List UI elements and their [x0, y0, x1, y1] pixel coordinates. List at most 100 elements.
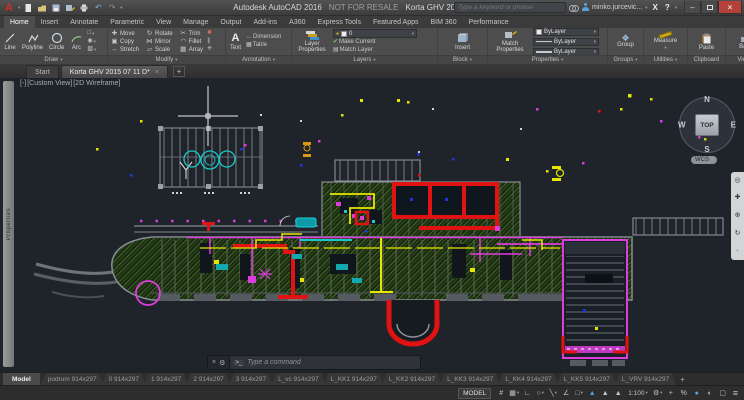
- tab-view[interactable]: View: [150, 16, 177, 28]
- tab-layout-lkk4[interactable]: L_KK4 914x297: [498, 373, 558, 385]
- help-search-input[interactable]: [454, 2, 567, 13]
- tab-annotate[interactable]: Annotate: [64, 16, 104, 28]
- tab-layout-1[interactable]: 1 914x297: [144, 373, 188, 385]
- tab-start[interactable]: Start: [26, 65, 59, 78]
- arc-button[interactable]: Arc: [69, 32, 83, 51]
- groups-panel-footer[interactable]: Groups ▾: [608, 55, 643, 64]
- block-panel-footer[interactable]: Block ▾: [438, 55, 487, 64]
- clipboard-panel-footer[interactable]: Clipboard: [688, 55, 725, 64]
- tab-layout-2[interactable]: 2 914x297: [186, 373, 230, 385]
- tab-layout-lvc[interactable]: L_vc 914x297: [271, 373, 325, 385]
- command-input[interactable]: Type a command: [247, 359, 301, 366]
- text-button[interactable]: A Text: [229, 32, 242, 51]
- tab-layout-lkk1[interactable]: L_KK1 914x297: [324, 373, 384, 385]
- view-panel-footer[interactable]: View▾: [726, 55, 744, 64]
- undo-button[interactable]: ↶: [92, 2, 104, 14]
- array-button[interactable]: ▦ Array: [180, 46, 203, 54]
- pan-icon[interactable]: ✚: [735, 194, 741, 202]
- chevron-down-icon[interactable]: ▾: [120, 5, 122, 11]
- base-button[interactable]: Base: [738, 33, 744, 50]
- fillet-button[interactable]: ◠ Fillet: [180, 38, 203, 46]
- annotation-scale-select[interactable]: 1:100 ▾: [625, 390, 651, 397]
- layers-panel-footer[interactable]: Layers ▾: [292, 55, 437, 64]
- save-button[interactable]: [50, 2, 62, 14]
- polyline-button[interactable]: Polyline: [21, 32, 44, 51]
- tab-layout-3[interactable]: 3 914x297: [229, 373, 273, 385]
- trim-button[interactable]: ✂ Trim: [180, 30, 203, 38]
- tab-bim360[interactable]: BIM 360: [425, 16, 463, 28]
- customization-menu-icon[interactable]: ≡: [730, 388, 741, 398]
- viewcube-west[interactable]: W: [678, 121, 686, 130]
- tab-home[interactable]: Home: [4, 16, 35, 28]
- tab-layout-lkk2[interactable]: L_KK2 914x297: [382, 373, 442, 385]
- restore-button[interactable]: [701, 1, 718, 14]
- tab-express-tools[interactable]: Express Tools: [312, 16, 367, 28]
- model-space-toggle[interactable]: MODEL: [458, 387, 492, 399]
- plot-button[interactable]: [78, 2, 90, 14]
- linetype-select[interactable]: ByLayer ▾: [533, 37, 599, 46]
- tab-active-document[interactable]: Korta GHV 2015 07 11 D* ×: [60, 65, 168, 78]
- object-color-select[interactable]: ByLayer ▾: [533, 28, 599, 36]
- explode-icon[interactable]: ✳: [207, 46, 212, 53]
- mirror-button[interactable]: ⋈ Mirror: [146, 38, 173, 46]
- orbit-icon[interactable]: ↻: [735, 230, 741, 238]
- rotate-button[interactable]: ↻ Rotate: [146, 30, 173, 38]
- signed-in-user[interactable]: minko.jurcevic...: [592, 4, 642, 11]
- workspace-switching-gear[interactable]: ⚙ ▾: [652, 388, 664, 399]
- snap-mode-toggle[interactable]: ▦ ▾: [508, 388, 520, 399]
- paste-button[interactable]: Paste: [698, 33, 715, 51]
- viewport-minimize-control[interactable]: [-]: [20, 80, 26, 87]
- clean-screen-toggle[interactable]: ▢: [717, 388, 729, 399]
- tab-addins[interactable]: Add-ins: [247, 16, 283, 28]
- tab-model[interactable]: Model: [3, 373, 40, 385]
- utilities-panel-footer[interactable]: Utilities ▾: [644, 55, 687, 64]
- navigation-wheel-icon[interactable]: ◎: [734, 177, 740, 185]
- object-snap-toggle[interactable]: □ ▾: [573, 388, 585, 399]
- tab-featured-apps[interactable]: Featured Apps: [367, 16, 425, 28]
- ortho-mode-toggle[interactable]: ∟: [521, 388, 533, 399]
- tab-layout-lkk3[interactable]: L_KK3 914x297: [440, 373, 500, 385]
- tab-output[interactable]: Output: [214, 16, 247, 28]
- object-snap-tracking-toggle[interactable]: ∠: [560, 388, 572, 399]
- zoom-icon[interactable]: ⊕: [735, 212, 741, 220]
- new-file-button[interactable]: [22, 2, 34, 14]
- hatch-tool-icon[interactable]: ▨ ▾: [87, 46, 96, 53]
- layer-select[interactable]: ● 0 ▾: [333, 29, 417, 38]
- erase-icon[interactable]: ✖: [207, 30, 212, 37]
- hardware-acceleration-toggle[interactable]: ●: [691, 388, 703, 399]
- tab-a360[interactable]: A360: [283, 16, 311, 28]
- viewport-visual-style-control[interactable]: [2D Wireframe]: [73, 80, 120, 87]
- search-binoculars-icon[interactable]: [569, 4, 580, 12]
- minimize-button[interactable]: –: [684, 1, 701, 14]
- dimension-button[interactable]: ↔ Dimension: [246, 34, 281, 41]
- stretch-button[interactable]: ↔ Stretch: [111, 46, 139, 54]
- help-button[interactable]: ?: [663, 3, 672, 12]
- isolate-objects-toggle[interactable]: ◐: [704, 388, 716, 399]
- table-button[interactable]: ▦ Table: [246, 42, 281, 49]
- tab-manage[interactable]: Manage: [177, 16, 214, 28]
- close-icon[interactable]: ×: [155, 69, 159, 76]
- grid-display-toggle[interactable]: #: [495, 388, 507, 399]
- copy-button[interactable]: ▣ Copy: [111, 38, 139, 46]
- isodraft-toggle[interactable]: ╲ ▾: [547, 388, 559, 399]
- match-layer-button[interactable]: ▤ Match Layer: [333, 47, 417, 54]
- lineweight-select[interactable]: ByLayer ▾: [533, 47, 599, 55]
- tab-layout-lkk5[interactable]: L_KK5 914x297: [557, 373, 617, 385]
- tab-insert[interactable]: Insert: [35, 16, 65, 28]
- viewcube-east[interactable]: E: [731, 121, 736, 130]
- group-button[interactable]: ❖ Group: [616, 34, 635, 49]
- exchange-apps-icon[interactable]: X: [651, 3, 660, 12]
- tab-layout-podrum[interactable]: podrum 914x297: [41, 373, 104, 385]
- save-as-button[interactable]: [64, 2, 76, 14]
- open-file-button[interactable]: [36, 2, 48, 14]
- new-layout-button[interactable]: +: [674, 373, 691, 385]
- modify-panel-footer[interactable]: Modify ▾: [108, 55, 225, 64]
- annotation-monitor-toggle[interactable]: ▲: [612, 388, 624, 399]
- tab-performance[interactable]: Performance: [463, 16, 515, 28]
- annotation-visibility-toggle[interactable]: ▲: [586, 388, 598, 399]
- close-icon[interactable]: ×: [212, 359, 216, 366]
- tab-layout-lvrv[interactable]: L_VRV 914x297: [615, 373, 676, 385]
- tab-layout-0[interactable]: 0 914x297: [102, 373, 146, 385]
- quick-properties-toggle[interactable]: %: [678, 388, 690, 399]
- viewcube-north[interactable]: N: [704, 95, 710, 104]
